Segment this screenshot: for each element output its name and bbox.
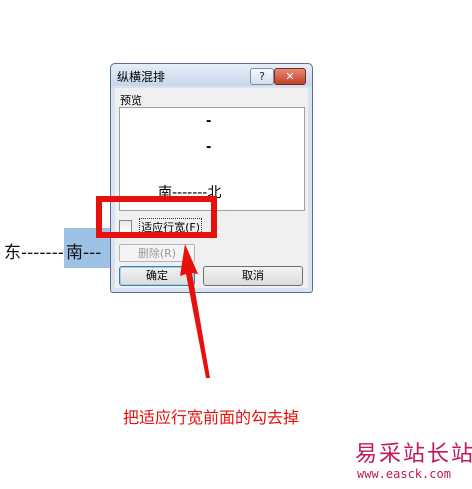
watermark-site-name: 易采站长站	[355, 442, 472, 467]
annotation-instruction: 把适应行宽前面的勾去掉	[123, 408, 300, 427]
watermark-url: www.easck.com	[357, 467, 451, 481]
